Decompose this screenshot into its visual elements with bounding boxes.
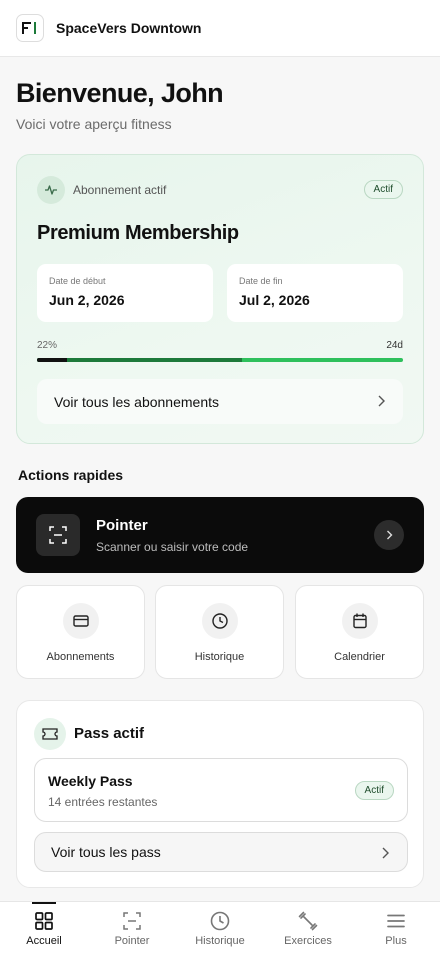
progress-fill-start bbox=[37, 358, 67, 362]
view-all-memberships-label: Voir tous les abonnements bbox=[54, 393, 219, 410]
quick-actions-title: Actions rapides bbox=[18, 467, 124, 483]
end-date-label: Date de fin bbox=[239, 276, 283, 286]
nav-label: Pointer bbox=[114, 935, 150, 947]
active-pass-card: Pass actif Weekly Pass 14 entrées restan… bbox=[16, 700, 424, 888]
membership-card: Abonnement actif Actif Premium Membershi… bbox=[16, 154, 424, 444]
bottom-nav: Accueil Pointer Historique Exercices Plu… bbox=[0, 901, 440, 956]
pointer-subtitle: Scanner ou saisir votre code bbox=[96, 540, 249, 554]
clock-icon bbox=[210, 911, 230, 931]
chevron-right-icon bbox=[377, 394, 385, 410]
card-icon bbox=[62, 603, 99, 639]
pass-item-entries: 14 entrées restantes bbox=[48, 795, 158, 809]
end-date-value: Jul 2, 2026 bbox=[239, 292, 310, 308]
pass-item[interactable]: Weekly Pass 14 entrées restantes Actif bbox=[34, 758, 408, 822]
quick-tile-abonnements[interactable]: Abonnements bbox=[16, 585, 145, 679]
calendar-icon bbox=[341, 603, 378, 639]
pass-item-name: Weekly Pass bbox=[48, 773, 133, 789]
start-date-value: Jun 2, 2026 bbox=[49, 292, 125, 308]
ticket-icon bbox=[34, 718, 66, 750]
nav-item-accueil[interactable]: Accueil bbox=[0, 902, 88, 956]
scan-icon bbox=[123, 911, 141, 931]
membership-title: Premium Membership bbox=[37, 222, 239, 244]
quick-tile-historique[interactable]: Historique bbox=[155, 585, 284, 679]
greeting-heading: Bienvenue, John bbox=[16, 78, 224, 108]
nav-label: Plus bbox=[385, 935, 407, 947]
logo-icon[interactable] bbox=[16, 14, 44, 42]
chevron-right-icon bbox=[374, 520, 404, 550]
nav-label: Historique bbox=[195, 935, 245, 947]
home-grid-icon bbox=[34, 911, 54, 931]
start-date-box: Date de début Jun 2, 2026 bbox=[37, 264, 213, 322]
menu-icon bbox=[387, 911, 405, 931]
pointer-title: Pointer bbox=[96, 517, 148, 534]
quick-tile-label: Calendrier bbox=[334, 651, 385, 663]
quick-tile-label: Abonnements bbox=[46, 651, 115, 663]
view-all-passes-button[interactable]: Voir tous les pass bbox=[34, 832, 408, 872]
nav-item-pointer[interactable]: Pointer bbox=[88, 902, 176, 956]
pointer-button[interactable]: Pointer Scanner ou saisir votre code bbox=[16, 497, 424, 573]
end-date-box: Date de fin Jul 2, 2026 bbox=[227, 264, 403, 322]
chevron-right-icon bbox=[381, 846, 389, 862]
greeting-subtitle: Voici votre aperçu fitness bbox=[16, 116, 172, 132]
progress-fill bbox=[37, 358, 242, 362]
dumbbell-icon bbox=[298, 911, 318, 931]
progress-bar bbox=[37, 358, 403, 362]
nav-item-plus[interactable]: Plus bbox=[352, 902, 440, 956]
start-date-label: Date de début bbox=[49, 276, 106, 286]
active-indicator bbox=[32, 902, 56, 904]
quick-tile-label: Historique bbox=[194, 651, 245, 663]
status-badge: Actif bbox=[363, 180, 403, 199]
nav-item-historique[interactable]: Historique bbox=[176, 902, 264, 956]
days-remaining: 24d bbox=[386, 340, 403, 351]
progress-percent: 22% bbox=[37, 340, 58, 351]
nav-label: Exercices bbox=[284, 935, 332, 947]
nav-label: Accueil bbox=[26, 935, 62, 947]
scan-icon bbox=[36, 514, 80, 556]
top-bar: SpaceVers Downtown bbox=[0, 0, 440, 57]
membership-label: Abonnement actif bbox=[73, 183, 167, 197]
status-badge: Actif bbox=[354, 781, 394, 800]
pass-title: Pass actif bbox=[74, 725, 145, 742]
clock-icon bbox=[201, 603, 238, 639]
quick-tile-calendrier[interactable]: Calendrier bbox=[295, 585, 424, 679]
view-all-memberships-button[interactable]: Voir tous les abonnements bbox=[37, 379, 403, 424]
nav-item-exercices[interactable]: Exercices bbox=[264, 902, 352, 956]
activity-icon bbox=[37, 176, 65, 204]
view-all-passes-label: Voir tous les pass bbox=[51, 844, 161, 860]
app-title: SpaceVers Downtown bbox=[56, 20, 202, 36]
